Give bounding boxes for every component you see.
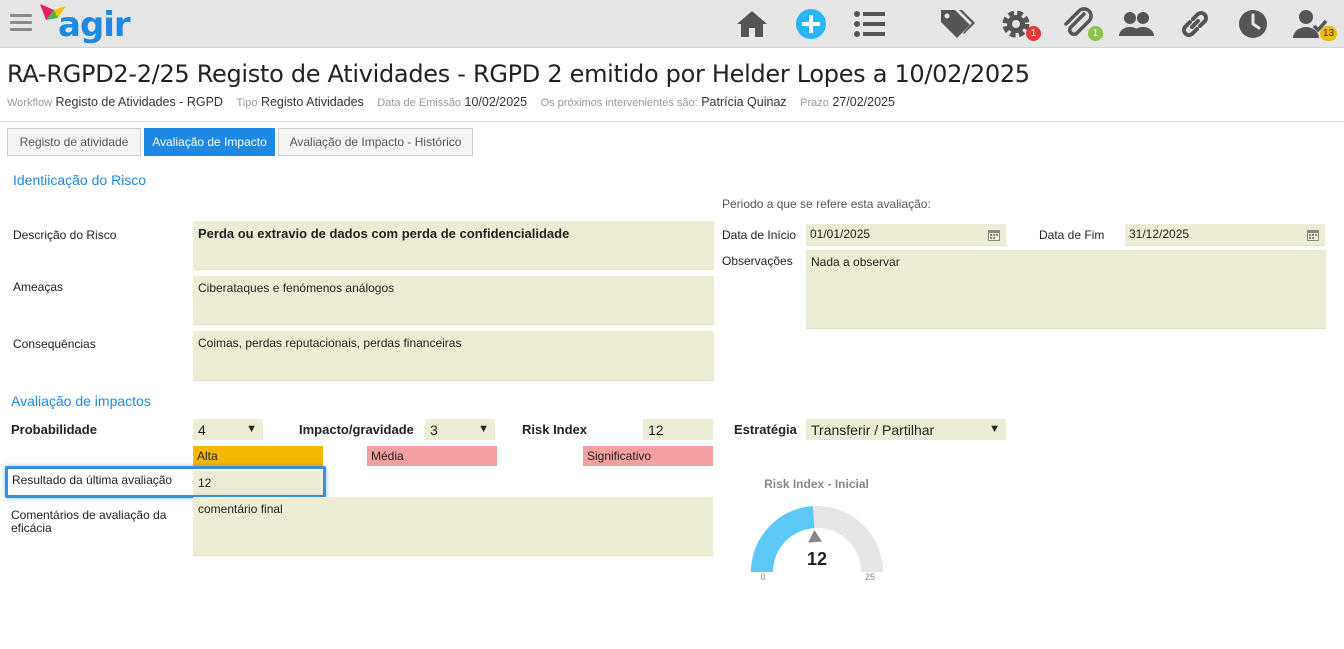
divider — [0, 121, 1344, 122]
section-title-impactos: Avaliação de impactos — [11, 393, 151, 409]
probabilidade-level-badge: Alta — [193, 446, 323, 466]
tab-registo-atividade[interactable]: Registo de atividade — [7, 128, 141, 156]
tasks-badge: 13 — [1320, 26, 1338, 41]
tags-icon[interactable] — [939, 6, 975, 42]
descricao-label: Descrição do Risco — [13, 228, 117, 242]
chevron-down-icon: ▼ — [989, 423, 1000, 435]
gauge-title: Risk Index - Inicial — [764, 477, 869, 491]
impacto-select[interactable]: 3 ▼ — [425, 419, 495, 440]
observacoes-field[interactable]: Nada a observar — [806, 250, 1326, 329]
users-icon[interactable] — [1118, 6, 1154, 42]
estrategia-select[interactable]: Transferir / Partilhar ▼ — [806, 419, 1006, 440]
attachments-badge: 1 — [1088, 26, 1103, 41]
probabilidade-value: 4 — [198, 422, 206, 438]
list-icon[interactable] — [852, 6, 888, 42]
gauge-value: 12 — [807, 549, 827, 569]
logo-text: agir — [58, 5, 131, 45]
data-inicio-input[interactable]: 01/01/2025 — [806, 224, 1006, 246]
paperclip-icon[interactable]: 1 — [1060, 6, 1103, 42]
data-fim-input[interactable]: 31/12/2025 — [1125, 224, 1325, 246]
meta-label-intervenientes: Os próximos intervenientes são: — [540, 97, 698, 109]
risk-index-gauge: 12 0 25 — [751, 506, 883, 582]
risk-level-badge: Significativo — [583, 446, 713, 466]
link-icon[interactable] — [1177, 6, 1213, 42]
calendar-icon[interactable] — [1307, 229, 1319, 241]
meta-value-workflow: Registo de Atividades - RGPD — [55, 95, 223, 109]
gear-icon[interactable]: 1 — [998, 6, 1041, 42]
data-inicio-value: 01/01/2025 — [810, 227, 871, 241]
risk-index-label: Risk Index — [522, 422, 588, 437]
clock-icon[interactable] — [1235, 6, 1271, 42]
meta-label-workflow: Workflow — [7, 97, 53, 109]
data-fim-value: 31/12/2025 — [1129, 227, 1190, 241]
top-bar: agir 1 1 13 — [0, 0, 1344, 48]
calendar-icon[interactable] — [988, 229, 1000, 241]
gauge-needle — [808, 530, 823, 543]
meta-label-data-emissao: Data de Emissão — [377, 97, 462, 109]
meta-value-prazo: 27/02/2025 — [832, 95, 895, 109]
tab-avaliacao-historico[interactable]: Avaliação de Impacto - Histórico — [278, 128, 473, 156]
gauge-min-label: 0 — [760, 572, 765, 582]
risk-index-field: 12 — [643, 419, 713, 440]
ameacas-label: Ameaças — [13, 280, 64, 294]
meta-label-tipo: Tipo — [236, 97, 258, 109]
comentarios-label: Comentários de avaliação da eficácia — [11, 508, 167, 535]
meta-label-prazo: Prazo — [800, 97, 829, 109]
estrategia-label: Estratégia — [734, 422, 797, 437]
observacoes-label: Observações — [722, 254, 793, 268]
descricao-field[interactable]: Perda ou extravio de dados com perda de … — [193, 221, 714, 270]
probabilidade-select[interactable]: 4 ▼ — [193, 419, 263, 440]
user-check-icon[interactable]: 13 — [1292, 6, 1338, 42]
ameacas-field[interactable]: Ciberataques e fenómenos análogos — [193, 276, 714, 325]
home-icon[interactable] — [734, 6, 770, 42]
impacto-level-badge: Média — [367, 446, 497, 466]
meta-value-data-emissao: 10/02/2025 — [464, 95, 528, 109]
consequencias-label: Consequências — [13, 337, 96, 351]
logo[interactable]: agir — [38, 2, 131, 46]
add-icon[interactable] — [793, 6, 829, 42]
impacto-label: Impacto/gravidade — [299, 422, 414, 437]
data-fim-label: Data de Fim — [1039, 228, 1105, 242]
meta-value-intervenientes: Patrícia Quinaz — [701, 95, 787, 109]
highlight-box — [5, 466, 326, 498]
section-title-risco: Identiicação do Risco — [13, 172, 147, 188]
probabilidade-label: Probabilidade — [11, 422, 97, 437]
document-meta: Workflow Registo de Atividades - RGPD Ti… — [7, 95, 905, 109]
menu-icon[interactable] — [10, 14, 32, 32]
gauge-fill — [751, 506, 815, 572]
tab-avaliacao-impacto[interactable]: Avaliação de Impacto — [144, 128, 275, 156]
settings-badge: 1 — [1026, 26, 1041, 41]
chevron-down-icon: ▼ — [246, 423, 257, 435]
estrategia-value: Transferir / Partilhar — [811, 422, 935, 438]
page-title: RA-RGPD2-2/25 Registo de Atividades - RG… — [7, 60, 1030, 88]
chevron-down-icon: ▼ — [478, 423, 489, 435]
gauge-max-label: 25 — [865, 572, 875, 582]
comentarios-field[interactable]: comentário final — [193, 497, 713, 556]
meta-value-tipo: Registo Atividades — [260, 95, 364, 109]
periodo-label: Periodo a que se refere esta avaliação: — [722, 197, 931, 211]
consequencias-field[interactable]: Coimas, perdas reputacionais, perdas fin… — [193, 331, 714, 381]
data-inicio-label: Data de Início — [722, 228, 797, 242]
impacto-value: 3 — [430, 422, 438, 438]
